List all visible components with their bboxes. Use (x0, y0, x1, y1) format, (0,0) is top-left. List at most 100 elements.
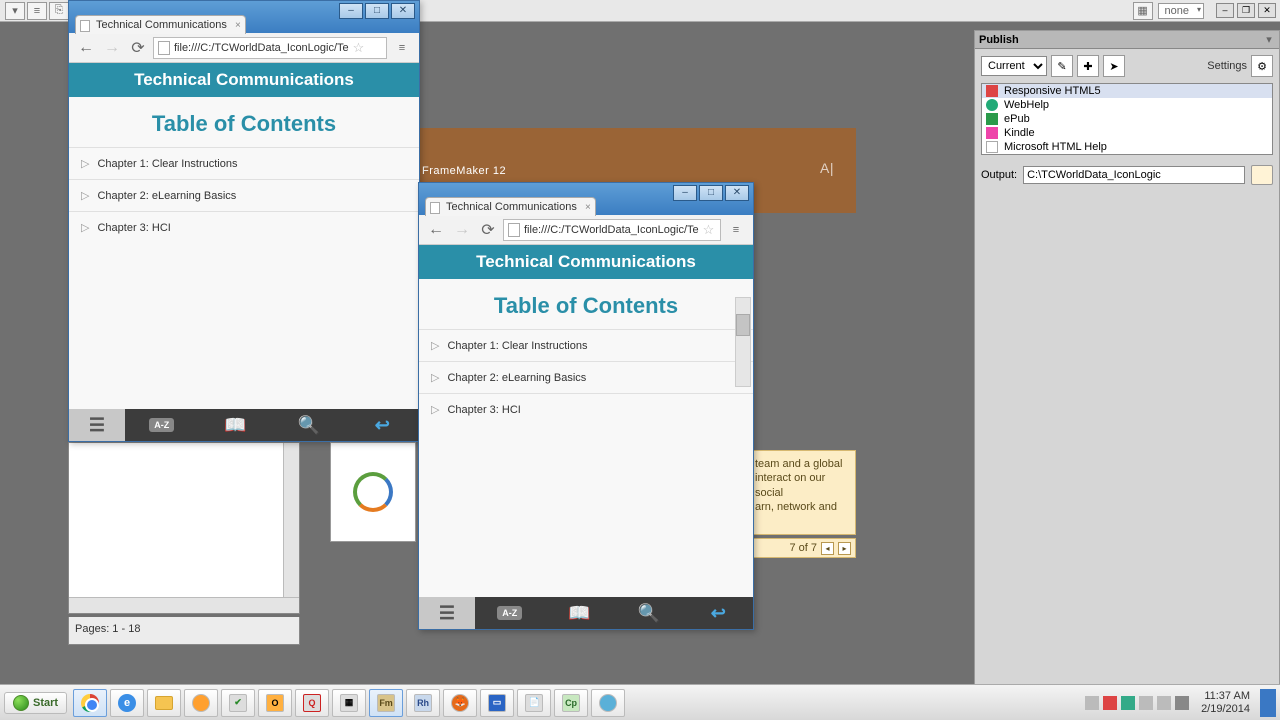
forward-button[interactable]: → (101, 37, 123, 59)
toolbar-button[interactable]: ▦ (1133, 2, 1153, 20)
close-tab-icon[interactable]: × (585, 202, 591, 213)
maximize-button[interactable]: □ (365, 3, 389, 19)
url-input[interactable]: file:///C:/TCWorldData_IconLogic/Te ☆ (503, 219, 721, 241)
taskbar-app-generic[interactable] (591, 689, 625, 717)
toc-item[interactable]: ▷Chapter 1: Clear Instructions (69, 147, 419, 179)
glossary-book-icon[interactable]: 📖 (199, 409, 273, 441)
taskbar-app-robohelp[interactable]: Rh (406, 689, 440, 717)
taskbar-app-notepad[interactable]: 📄 (517, 689, 551, 717)
back-button[interactable]: ← (425, 219, 447, 241)
index-az-button[interactable]: A-Z (125, 409, 199, 441)
tray-icon[interactable] (1085, 696, 1099, 710)
back-button[interactable]: ← (75, 37, 97, 59)
minimize-button[interactable]: – (339, 3, 363, 19)
clock-time: 11:37 AM (1201, 690, 1250, 702)
search-icon[interactable]: 🔍 (272, 409, 346, 441)
browser2-tab[interactable]: Technical Communications × (425, 197, 596, 216)
taskbar-app-outlook[interactable]: O (258, 689, 292, 717)
output-label: Output: (981, 169, 1017, 181)
start-button[interactable]: Start (4, 692, 67, 714)
output-item-epub[interactable]: ePub (982, 112, 1272, 126)
reload-button[interactable]: ⟳ (127, 37, 149, 59)
toc-item[interactable]: ▷Chapter 2: eLearning Basics (69, 179, 419, 211)
browser1-titlebar[interactable]: Technical Communications × – □ ✕ (69, 1, 419, 33)
tray-icon[interactable] (1103, 696, 1117, 710)
document-icon (158, 41, 170, 55)
browser2-titlebar[interactable]: Technical Communications × – □ ✕ (419, 183, 753, 215)
hamburger-menu-icon[interactable]: ≡ (725, 219, 747, 241)
search-icon[interactable]: 🔍 (614, 597, 684, 629)
toolbar-button[interactable]: ▾ (5, 2, 25, 20)
output-item-kindle[interactable]: Kindle (982, 126, 1272, 140)
taskbar-app-framemaker[interactable]: Fm (369, 689, 403, 717)
bookmark-star-icon[interactable]: ☆ (703, 222, 715, 238)
minimize-button[interactable]: – (673, 185, 697, 201)
publish-scope-dropdown[interactable]: Current (981, 56, 1047, 76)
maximize-button[interactable]: ❐ (1237, 3, 1255, 18)
publish-open-button[interactable]: ✚ (1077, 55, 1099, 77)
show-desktop-button[interactable] (1260, 689, 1276, 717)
panel-menu-icon[interactable]: ▾ (1263, 33, 1275, 46)
taskbar-app-display[interactable]: ▭ (480, 689, 514, 717)
taskbar-app-misc[interactable]: ▦ (332, 689, 366, 717)
maximize-button[interactable]: □ (699, 185, 723, 201)
glossary-book-icon[interactable]: 📖 (545, 597, 615, 629)
publish-generate-button[interactable]: ➤ (1103, 55, 1125, 77)
browser1-tab[interactable]: Technical Communications × (75, 15, 246, 34)
hamburger-menu-icon[interactable]: ≡ (391, 37, 413, 59)
tray-icon[interactable] (1157, 696, 1171, 710)
url-input[interactable]: file:///C:/TCWorldData_IconLogic/Te ☆ (153, 37, 387, 59)
toc-title: Table of Contents (419, 279, 753, 329)
toc-list-icon[interactable]: ☰ (419, 597, 475, 629)
system-tray[interactable] (1079, 696, 1195, 710)
settings-button[interactable]: ⚙ (1251, 55, 1273, 77)
browser-window-1: Technical Communications × – □ ✕ ← → ⟳ f… (68, 0, 420, 442)
taskbar-app-acrobat[interactable]: ✔ (221, 689, 255, 717)
taskbar-app-ie[interactable]: e (110, 689, 144, 717)
taskbar-app-chrome[interactable] (73, 689, 107, 717)
tray-icon[interactable] (1121, 696, 1135, 710)
pager-prev-button[interactable]: ◂ (821, 542, 834, 555)
toolbar-button[interactable]: ⎘ (49, 2, 69, 20)
taskbar-app-firefox[interactable]: 🦊 (443, 689, 477, 717)
taskbar-clock[interactable]: 11:37 AM 2/19/2014 (1195, 690, 1256, 714)
close-button[interactable]: ✕ (1258, 3, 1276, 18)
pager-next-button[interactable]: ▸ (838, 542, 851, 555)
scrollbar-vertical[interactable] (735, 297, 751, 387)
taskbar-app-quicken[interactable]: Q (295, 689, 329, 717)
toc-item[interactable]: ▷Chapter 1: Clear Instructions (419, 329, 753, 361)
scroll-thumb[interactable] (736, 314, 750, 336)
return-icon[interactable]: ↩ (684, 597, 754, 629)
acrobat-icon: ✔ (229, 694, 247, 712)
publish-new-button[interactable]: ✎ (1051, 55, 1073, 77)
toc-item[interactable]: ▷Chapter 3: HCI (69, 211, 419, 243)
framemaker-info-snippet: team and a global interact on our social… (750, 450, 856, 535)
toc-item[interactable]: ▷Chapter 2: eLearning Basics (419, 361, 753, 393)
browse-output-button[interactable] (1251, 165, 1273, 185)
close-button[interactable]: ✕ (391, 3, 415, 19)
return-icon[interactable]: ↩ (346, 409, 420, 441)
toc-list-icon[interactable]: ☰ (69, 409, 125, 441)
tray-icon[interactable] (1139, 696, 1153, 710)
close-tab-icon[interactable]: × (235, 20, 241, 31)
taskbar-app-captivate[interactable]: Cp (554, 689, 588, 717)
bookmark-star-icon[interactable]: ☆ (353, 40, 365, 56)
taskbar-app-wmp[interactable] (184, 689, 218, 717)
output-path-input[interactable] (1023, 166, 1245, 184)
style-dropdown[interactable]: none (1158, 3, 1204, 19)
toc-item[interactable]: ▷Chapter 3: HCI (419, 393, 753, 425)
scrollbar-horizontal[interactable] (69, 597, 299, 613)
close-button[interactable]: ✕ (725, 185, 749, 201)
forward-button[interactable]: → (451, 219, 473, 241)
index-az-button[interactable]: A-Z (475, 597, 545, 629)
framemaker-icon: Fm (377, 694, 395, 712)
toolbar-button[interactable]: ≡ (27, 2, 47, 20)
tray-volume-icon[interactable] (1175, 696, 1189, 710)
output-item-webhelp[interactable]: WebHelp (982, 98, 1272, 112)
output-item-mshtml[interactable]: Microsoft HTML Help (982, 140, 1272, 154)
output-item-responsive-html5[interactable]: Responsive HTML5 (982, 84, 1272, 98)
minimize-button[interactable]: – (1216, 3, 1234, 18)
scrollbar-vertical[interactable] (283, 443, 299, 597)
taskbar-app-explorer[interactable] (147, 689, 181, 717)
reload-button[interactable]: ⟳ (477, 219, 499, 241)
